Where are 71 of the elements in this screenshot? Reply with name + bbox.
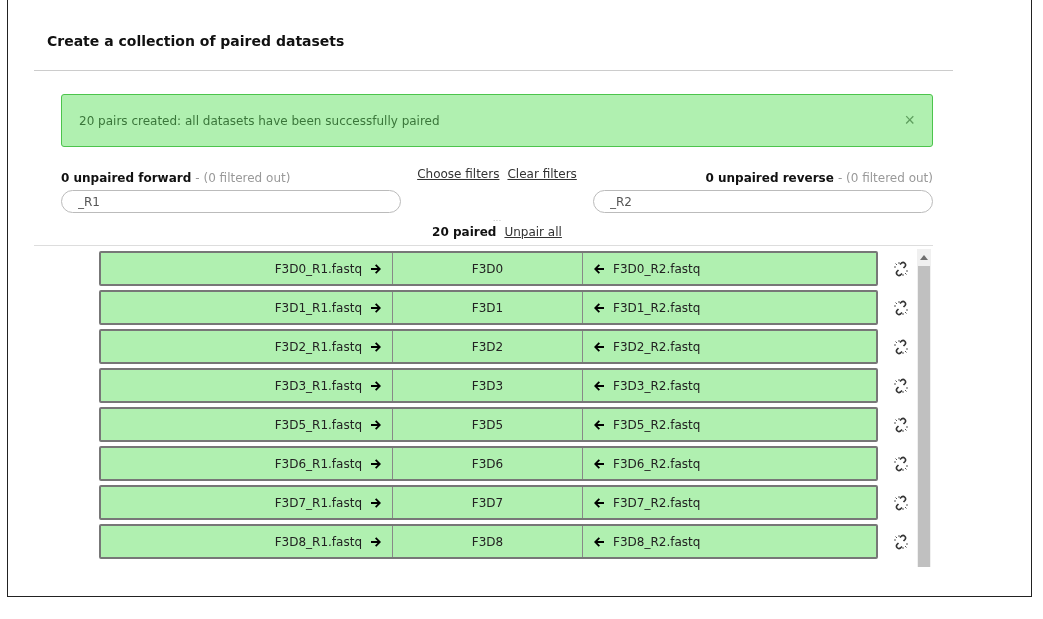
pair-row[interactable]: F3D5_R1.fastq F3D5 F3D5_R2.fastq bbox=[99, 407, 878, 442]
dialog-title: Create a collection of paired datasets bbox=[46, 32, 346, 51]
reverse-dataset: F3D1_R2.fastq bbox=[613, 300, 701, 315]
forward-filter-field[interactable]: _R1 bbox=[61, 190, 401, 213]
reverse-dataset: F3D0_R2.fastq bbox=[613, 261, 701, 276]
scrollbar[interactable] bbox=[917, 249, 931, 567]
forward-dataset: F3D5_R1.fastq bbox=[274, 417, 362, 432]
pair-row[interactable]: F3D1_R1.fastq F3D1 F3D1_R2.fastq bbox=[99, 290, 878, 325]
forward-dataset: F3D6_R1.fastq bbox=[274, 456, 362, 471]
forward-dataset: F3D8_R1.fastq bbox=[274, 534, 362, 549]
pair-name: F3D5 bbox=[471, 417, 504, 432]
paired-count: 20 paired bbox=[432, 225, 497, 239]
filtered-note: - (0 filtered out) bbox=[195, 171, 291, 185]
reverse-filter-field[interactable]: _R2 bbox=[593, 190, 933, 213]
left-arrow-icon bbox=[593, 457, 605, 470]
reverse-dataset: F3D8_R2.fastq bbox=[613, 534, 701, 549]
unpair-all-link[interactable]: Unpair all bbox=[504, 225, 562, 239]
pair-row[interactable]: F3D3_R1.fastq F3D3 F3D3_R2.fastq bbox=[99, 368, 878, 403]
pair-name: F3D6 bbox=[471, 456, 504, 471]
unlink-icon[interactable] bbox=[893, 260, 909, 277]
pair-name: F3D1 bbox=[471, 300, 504, 315]
ellipsis: ... bbox=[492, 213, 502, 223]
reverse-dataset: F3D3_R2.fastq bbox=[613, 378, 701, 393]
filter-link[interactable]: Clear filters bbox=[507, 167, 577, 213]
filtered-note: - (0 filtered out) bbox=[837, 171, 933, 185]
unlink-icon[interactable] bbox=[893, 338, 909, 355]
filter-link[interactable]: Choose filters bbox=[417, 167, 500, 213]
left-arrow-icon bbox=[593, 379, 605, 392]
pair-row[interactable]: F3D8_R1.fastq F3D8 F3D8_R2.fastq bbox=[99, 524, 878, 559]
reverse-dataset: F3D2_R2.fastq bbox=[613, 339, 701, 354]
unlink-icon[interactable] bbox=[893, 377, 909, 394]
reverse-dataset: F3D6_R2.fastq bbox=[613, 456, 701, 471]
unlink-icon[interactable] bbox=[893, 416, 909, 433]
left-arrow-icon bbox=[593, 262, 605, 275]
right-arrow-icon bbox=[370, 496, 382, 509]
pair-row[interactable]: F3D6_R1.fastq F3D6 F3D6_R2.fastq bbox=[99, 446, 878, 481]
pair-row[interactable]: F3D2_R1.fastq F3D2 F3D2_R2.fastq bbox=[99, 329, 878, 364]
right-arrow-icon bbox=[370, 535, 382, 548]
forward-dataset: F3D0_R1.fastq bbox=[274, 261, 362, 276]
pair-name: F3D8 bbox=[471, 534, 504, 549]
unlink-icon[interactable] bbox=[893, 533, 909, 550]
forward-dataset: F3D1_R1.fastq bbox=[274, 300, 362, 315]
pair-name: F3D2 bbox=[471, 339, 504, 354]
pair-row[interactable]: F3D0_R1.fastq F3D0 F3D0_R2.fastq bbox=[99, 251, 878, 286]
right-arrow-icon bbox=[370, 340, 382, 353]
pair-name: F3D0 bbox=[471, 261, 504, 276]
left-arrow-icon bbox=[593, 418, 605, 431]
forward-dataset: F3D2_R1.fastq bbox=[274, 339, 362, 354]
unlink-icon[interactable] bbox=[893, 299, 909, 316]
pair-row[interactable]: F3D7_R1.fastq F3D7 F3D7_R2.fastq bbox=[99, 485, 878, 520]
unpaired-forward-count: 0 unpaired forward bbox=[61, 171, 192, 185]
pair-name: F3D7 bbox=[471, 495, 504, 510]
right-arrow-icon bbox=[370, 379, 382, 392]
right-arrow-icon bbox=[370, 457, 382, 470]
right-arrow-icon bbox=[370, 301, 382, 314]
unpaired-reverse-count: 0 unpaired reverse bbox=[705, 171, 834, 185]
left-arrow-icon bbox=[593, 535, 605, 548]
reverse-dataset: F3D7_R2.fastq bbox=[613, 495, 701, 510]
left-arrow-icon bbox=[593, 496, 605, 509]
forward-dataset: F3D7_R1.fastq bbox=[274, 495, 362, 510]
right-arrow-icon bbox=[370, 262, 382, 275]
pair-name: F3D3 bbox=[471, 378, 504, 393]
left-arrow-icon bbox=[593, 301, 605, 314]
alert-message: 20 pairs created: all datasets have been successfully paired bbox=[79, 113, 440, 128]
unlink-icon[interactable] bbox=[893, 455, 909, 472]
forward-dataset: F3D3_R1.fastq bbox=[274, 378, 362, 393]
reverse-dataset: F3D5_R2.fastq bbox=[613, 417, 701, 432]
unlink-icon[interactable] bbox=[893, 494, 909, 511]
right-arrow-icon bbox=[370, 418, 382, 431]
scroll-up-icon[interactable] bbox=[920, 254, 928, 260]
left-arrow-icon bbox=[593, 340, 605, 353]
